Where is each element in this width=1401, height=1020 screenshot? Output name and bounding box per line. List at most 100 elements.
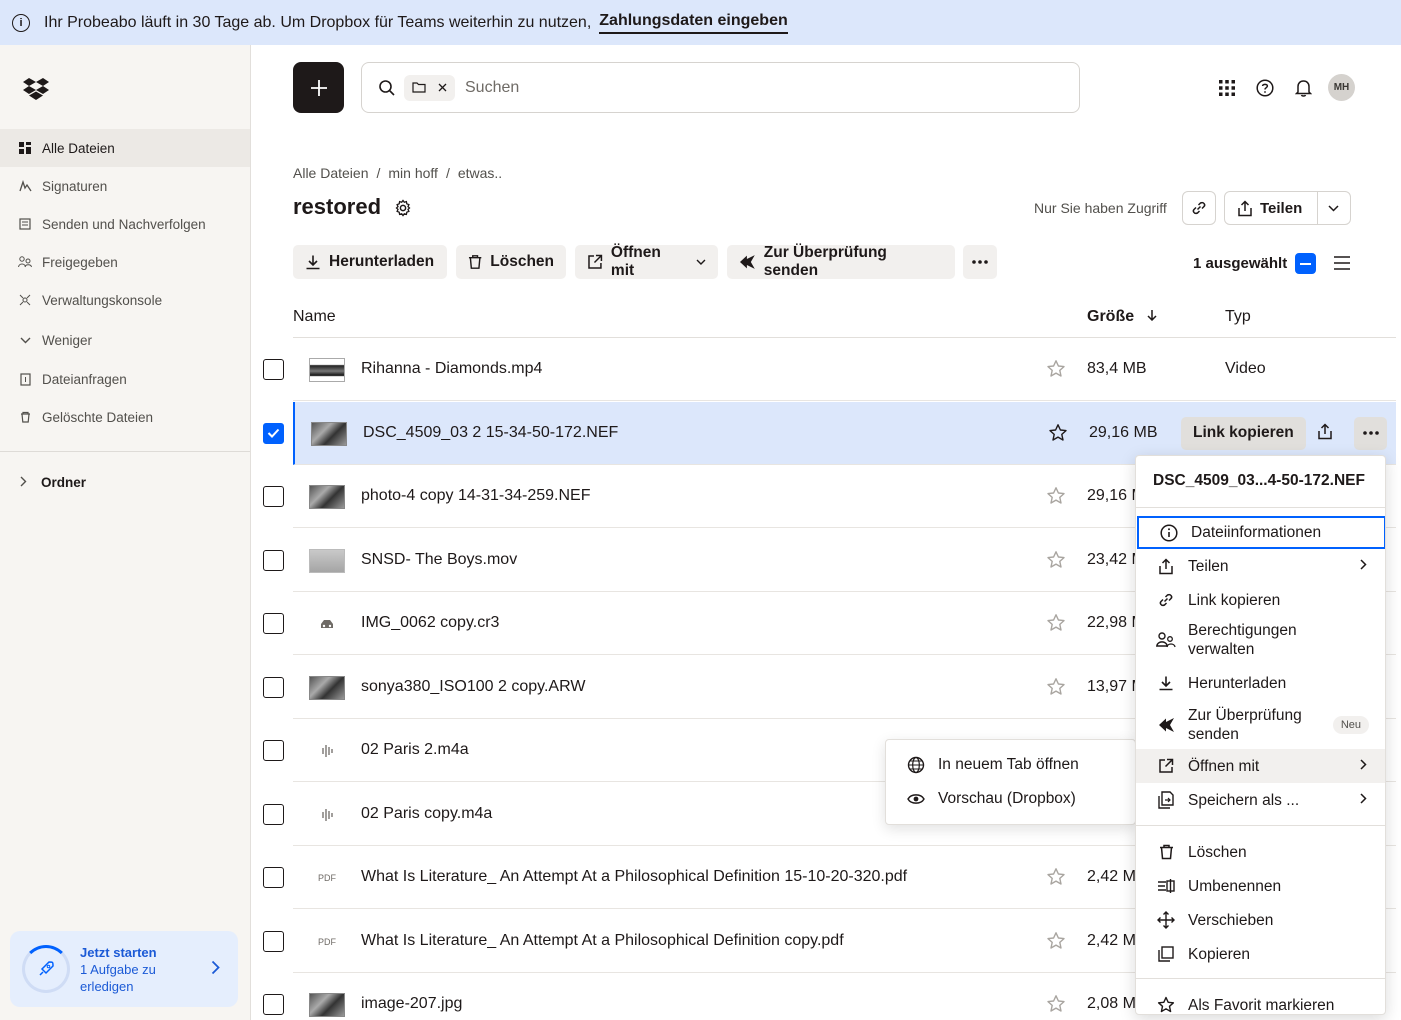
file-name[interactable]: Rihanna - Diamonds.mp4	[361, 360, 542, 378]
more-actions-button[interactable]	[963, 245, 997, 279]
column-header-size[interactable]: Größe	[1087, 308, 1157, 326]
row-checkbox[interactable]	[263, 359, 284, 380]
sidebar-item-less[interactable]: Weniger	[0, 321, 250, 359]
table-row[interactable]: Rihanna - Diamonds.mp4 83,4 MB Video	[293, 338, 1396, 401]
dropbox-logo-icon[interactable]	[22, 77, 50, 101]
share-button[interactable]: Teilen	[1224, 191, 1351, 225]
row-copy-link-button[interactable]: Link kopieren	[1181, 416, 1306, 450]
shared-icon	[18, 255, 32, 269]
files-icon	[18, 141, 32, 155]
close-icon[interactable]	[438, 83, 447, 92]
download-button[interactable]: Herunterladen	[293, 245, 447, 279]
sidebar-item-shared[interactable]: Freigegeben	[0, 243, 250, 281]
row-checkbox[interactable]	[263, 549, 284, 571]
send-review-button[interactable]: Zur Überprüfung senden	[727, 244, 955, 279]
breadcrumb-item[interactable]: Alle Dateien	[293, 165, 369, 181]
file-name[interactable]: What Is Literature_ An Attempt At a Phil…	[361, 868, 907, 886]
share-icon	[1238, 199, 1252, 216]
breadcrumb-item[interactable]: min hoff	[388, 165, 438, 181]
file-name[interactable]: photo-4 copy 14-31-34-259.NEF	[361, 487, 590, 505]
gear-icon[interactable]	[394, 199, 412, 217]
file-name[interactable]: SNSD- The Boys.mov	[361, 551, 517, 569]
file-name[interactable]: image-207.jpg	[361, 995, 462, 1013]
help-icon[interactable]	[1251, 74, 1279, 102]
star-icon[interactable]	[1046, 486, 1066, 506]
menu-item-file-info[interactable]: Dateiinformationen	[1137, 516, 1385, 549]
open-new-tab-item[interactable]: In neuem Tab öffnen	[886, 748, 1137, 782]
row-checkbox[interactable]	[263, 930, 284, 952]
delete-button[interactable]: Löschen	[456, 245, 566, 279]
star-icon[interactable]	[1046, 677, 1066, 697]
menu-item-delete[interactable]: Löschen	[1136, 835, 1385, 869]
menu-item-save-as[interactable]: Speichern als ...	[1136, 783, 1385, 817]
star-icon[interactable]	[1046, 613, 1066, 633]
row-checkbox[interactable]	[263, 422, 284, 444]
sidebar-item-label: Signaturen	[42, 178, 108, 194]
folder-section-toggle[interactable]: Ordner	[0, 463, 250, 501]
menu-item-copy[interactable]: Kopieren	[1136, 937, 1385, 971]
row-more-button[interactable]	[1354, 416, 1387, 450]
column-header-type[interactable]: Typ	[1225, 308, 1251, 326]
sidebar-item-signatures[interactable]: Signaturen	[0, 167, 250, 205]
trial-banner: i Ihr Probeabo läuft in 30 Tage ab. Um D…	[0, 0, 1401, 45]
apps-grid-icon[interactable]	[1213, 74, 1241, 102]
deselect-all-checkbox[interactable]	[1295, 253, 1316, 274]
menu-item-permissions[interactable]: Berechtigungen verwalten	[1136, 619, 1385, 661]
file-name[interactable]: DSC_4509_03 2 15-34-50-172.NEF	[363, 424, 618, 442]
file-name[interactable]: 02 Paris 2.m4a	[361, 741, 469, 759]
star-icon[interactable]	[1048, 423, 1068, 443]
star-icon[interactable]	[1046, 867, 1066, 887]
copy-link-button[interactable]	[1182, 191, 1216, 225]
search-bar[interactable]: Suchen	[361, 62, 1080, 113]
menu-item-copy-link[interactable]: Link kopieren	[1136, 583, 1385, 617]
share-icon[interactable]	[1317, 422, 1337, 443]
search-icon	[379, 79, 395, 96]
file-name[interactable]: sonya380_ISO100 2 copy.ARW	[361, 678, 585, 696]
get-started-card[interactable]: Jetzt starten 1 Aufgabe zu erledigen	[10, 931, 238, 1007]
chevron-down-icon[interactable]	[1328, 205, 1339, 212]
column-header-name[interactable]: Name	[293, 308, 336, 326]
preview-dropbox-item[interactable]: Vorschau (Dropbox)	[886, 782, 1137, 816]
file-size: 13,97 MB	[1087, 677, 1135, 695]
file-name[interactable]: 02 Paris copy.m4a	[361, 805, 492, 823]
sidebar-item-send-track[interactable]: Senden und Nachverfolgen	[0, 205, 250, 243]
folder-scope-chip[interactable]	[404, 74, 455, 101]
file-name[interactable]: IMG_0062 copy.cr3	[361, 614, 499, 632]
file-name[interactable]: What Is Literature_ An Attempt At a Phil…	[361, 932, 844, 950]
star-icon[interactable]	[1046, 359, 1066, 379]
payment-link[interactable]: Zahlungsdaten eingeben	[599, 12, 788, 34]
file-size: 29,16 MB	[1087, 487, 1135, 504]
list-view-icon[interactable]	[1333, 255, 1351, 271]
menu-item-open-with[interactable]: Öffnen mit	[1136, 749, 1385, 783]
bell-icon[interactable]	[1289, 74, 1317, 102]
sidebar-item-admin-console[interactable]: Verwaltungskonsole	[0, 281, 250, 319]
row-checkbox[interactable]	[263, 867, 284, 888]
menu-item-send-review[interactable]: Zur Überprüfung senden Neu	[1136, 704, 1385, 746]
menu-item-favorite[interactable]: Als Favorit markieren	[1136, 988, 1385, 1014]
menu-item-move[interactable]: Verschieben	[1136, 903, 1385, 937]
row-checkbox[interactable]	[263, 740, 284, 761]
star-icon[interactable]	[1046, 550, 1066, 570]
sidebar-item-deleted-files[interactable]: Gelöschte Dateien	[0, 398, 250, 436]
selection-count: 1 ausgewählt	[1193, 255, 1288, 272]
sidebar-item-file-requests[interactable]: Dateianfragen	[0, 360, 250, 398]
row-checkbox[interactable]	[263, 676, 284, 698]
row-checkbox[interactable]	[263, 994, 284, 1015]
menu-item-rename[interactable]: Umbenennen	[1136, 869, 1385, 903]
trash-icon	[1156, 842, 1176, 862]
row-checkbox[interactable]	[263, 803, 284, 825]
row-checkbox[interactable]	[263, 486, 284, 507]
breadcrumb-item[interactable]: etwas..	[458, 165, 502, 181]
avatar[interactable]: MH	[1328, 74, 1355, 101]
search-input[interactable]: Suchen	[465, 79, 519, 97]
open-with-button[interactable]: Öffnen mit	[575, 244, 718, 279]
info-icon: i	[12, 13, 30, 32]
menu-item-share[interactable]: Teilen	[1136, 549, 1385, 583]
sidebar-item-all-files[interactable]: Alle Dateien	[0, 129, 250, 167]
menu-item-download[interactable]: Herunterladen	[1136, 666, 1385, 700]
row-checkbox[interactable]	[263, 613, 284, 634]
star-icon[interactable]	[1046, 931, 1066, 951]
create-button[interactable]	[293, 62, 344, 113]
star-icon[interactable]	[1046, 994, 1066, 1014]
chevron-right-icon	[1360, 757, 1367, 775]
